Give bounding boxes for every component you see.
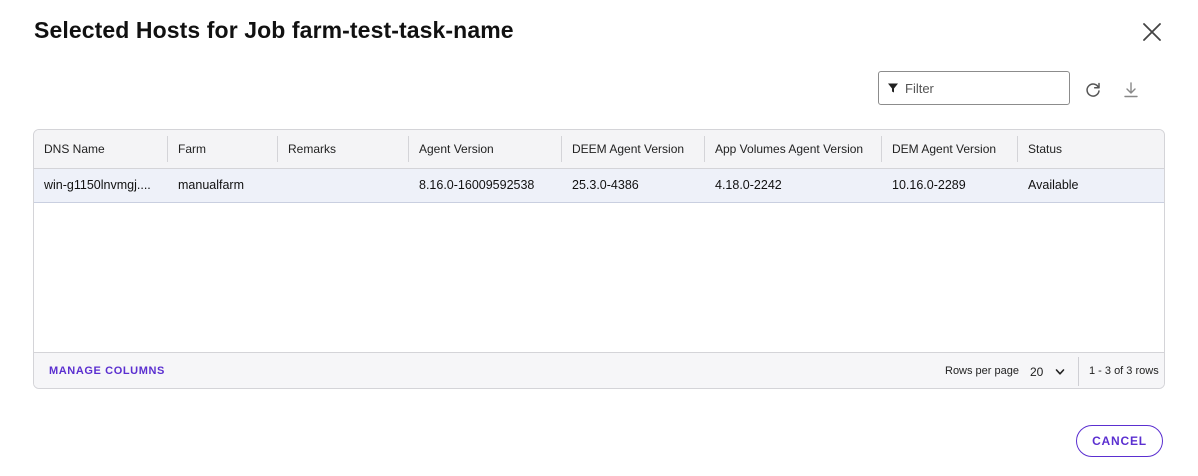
cancel-button[interactable]: CANCEL (1076, 425, 1163, 457)
cell-dem-agent-version: 10.16.0-2289 (892, 178, 966, 192)
filter-input[interactable] (905, 80, 1055, 96)
filter-box[interactable] (878, 71, 1070, 105)
cell-farm: manualfarm (178, 178, 244, 192)
cell-deem-agent-version: 25.3.0-4386 (572, 178, 639, 192)
column-header-dns-name[interactable]: DNS Name (34, 130, 105, 168)
cell-status: Available (1028, 178, 1079, 192)
filter-icon (888, 83, 898, 93)
download-button[interactable] (1121, 80, 1141, 100)
close-icon (1143, 23, 1161, 41)
column-header-app-volumes-agent-version[interactable]: App Volumes Agent Version (705, 130, 863, 168)
refresh-button[interactable] (1083, 80, 1103, 100)
column-header-deem-agent-version[interactable]: DEEM Agent Version (562, 130, 684, 168)
dialog-title: Selected Hosts for Job farm-test-task-na… (34, 17, 514, 43)
download-icon (1124, 82, 1138, 98)
column-header-farm[interactable]: Farm (168, 130, 206, 168)
cell-agent-version: 8.16.0-16009592538 (419, 178, 535, 192)
cell-app-volumes-agent-version: 4.18.0-2242 (715, 178, 782, 192)
cell-remarks (278, 169, 408, 202)
cell-dns-name: win-g1150lnvmgj.... (44, 178, 151, 192)
footer-divider (1078, 357, 1079, 386)
column-header-status[interactable]: Status (1018, 130, 1062, 168)
chevron-down-icon (1056, 369, 1065, 375)
table-footer: MANAGE COLUMNS Rows per page 20 1 - 3 of… (34, 352, 1164, 388)
column-header-remarks[interactable]: Remarks (278, 130, 336, 168)
rows-per-page-select[interactable]: 20 (1030, 362, 1065, 382)
manage-columns-button[interactable]: MANAGE COLUMNS (49, 353, 165, 388)
close-button[interactable] (1140, 20, 1164, 44)
column-header-dem-agent-version[interactable]: DEM Agent Version (882, 130, 996, 168)
column-header-agent-version[interactable]: Agent Version (409, 130, 494, 168)
table-header: DNS Name Farm Remarks Agent Version DEEM… (34, 130, 1164, 169)
pagination-info: 1 - 3 of 3 rows (1089, 365, 1159, 377)
hosts-table: DNS Name Farm Remarks Agent Version DEEM… (33, 129, 1165, 389)
rows-per-page-label: Rows per page (945, 365, 1019, 377)
rows-per-page-value: 20 (1030, 365, 1044, 379)
table-row[interactable]: win-g1150lnvmgj.... manualfarm 8.16.0-16… (34, 169, 1164, 203)
refresh-icon (1086, 82, 1100, 97)
